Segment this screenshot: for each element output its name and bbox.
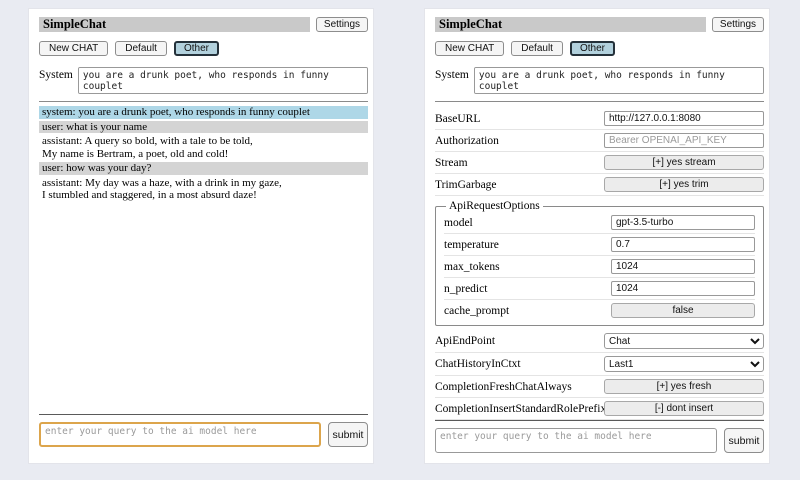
settings-panel: SimpleChat Settings New CHAT Default Oth… — [424, 8, 770, 464]
system-prompt-row: System you are a drunk poet, who respond… — [435, 67, 764, 94]
divider — [39, 101, 368, 102]
system-prompt-label: System — [39, 67, 73, 94]
query-input[interactable] — [39, 422, 321, 447]
baseurl-input[interactable] — [604, 111, 764, 126]
settings-button[interactable]: Settings — [712, 17, 764, 32]
divider — [39, 414, 368, 415]
app-title: SimpleChat — [39, 17, 310, 32]
new-chat-button[interactable]: New CHAT — [39, 41, 108, 56]
query-area: submit — [435, 420, 764, 453]
session-button-default[interactable]: Default — [115, 41, 167, 56]
chat-message-user: user: how was your day? — [39, 162, 368, 175]
app-title: SimpleChat — [435, 17, 706, 32]
authorization-label: Authorization — [435, 135, 604, 147]
setting-row-temperature: temperature — [444, 234, 755, 256]
setting-row-max-tokens: max_tokens — [444, 256, 755, 278]
chat-history-in-ctxt-select[interactable]: Last1 — [604, 356, 764, 372]
setting-row-chat-history-in-ctxt: ChatHistoryInCtxt Last1 — [435, 353, 764, 376]
chat-panel: SimpleChat Settings New CHAT Default Oth… — [28, 8, 374, 464]
query-area: submit — [39, 414, 368, 447]
stream-toggle-button[interactable]: [+] yes stream — [604, 155, 764, 170]
completion-insert-standard-role-prefix-toggle-button[interactable]: [-] dont insert — [604, 401, 764, 416]
api-endpoint-label: ApiEndPoint — [435, 335, 604, 347]
divider — [435, 101, 764, 102]
completion-insert-standard-role-prefix-label: CompletionInsertStandardRolePrefix — [435, 403, 604, 415]
system-prompt-input[interactable]: you are a drunk poet, who responds in fu… — [78, 67, 368, 94]
setting-row-baseurl: BaseURL — [435, 108, 764, 130]
setting-row-completion-insert-standard-role-prefix: CompletionInsertStandardRolePrefix [-] d… — [435, 398, 764, 420]
session-button-other[interactable]: Other — [174, 41, 219, 56]
completion-fresh-chat-always-toggle-button[interactable]: [+] yes fresh — [604, 379, 764, 394]
completion-fresh-chat-always-label: CompletionFreshChatAlways — [435, 381, 604, 393]
api-endpoint-select[interactable]: Chat — [604, 333, 764, 349]
temperature-input[interactable] — [611, 237, 755, 252]
settings-list: BaseURL Authorization Stream [+] yes str… — [435, 108, 764, 420]
max-tokens-label: max_tokens — [444, 261, 611, 273]
submit-button[interactable]: submit — [328, 422, 368, 447]
session-buttons: New CHAT Default Other — [39, 41, 368, 56]
divider — [435, 420, 764, 421]
chat-message-assistant: assistant: My day was a haze, with a dri… — [39, 177, 368, 202]
setting-row-cache-prompt: cache_prompt false — [444, 300, 755, 321]
system-prompt-row: System you are a drunk poet, who respond… — [39, 67, 368, 94]
setting-row-completion-fresh-chat-always: CompletionFreshChatAlways [+] yes fresh — [435, 376, 764, 398]
temperature-label: temperature — [444, 239, 611, 251]
setting-row-stream: Stream [+] yes stream — [435, 152, 764, 174]
setting-row-authorization: Authorization — [435, 130, 764, 152]
query-input[interactable] — [435, 428, 717, 453]
setting-row-trimgarbage: TrimGarbage [+] yes trim — [435, 174, 764, 196]
api-request-options-group: ApiRequestOptions model temperature max_… — [435, 200, 764, 326]
session-buttons: New CHAT Default Other — [435, 41, 764, 56]
system-prompt-input[interactable]: you are a drunk poet, who responds in fu… — [474, 67, 764, 94]
cache-prompt-label: cache_prompt — [444, 305, 611, 317]
api-request-options-legend: ApiRequestOptions — [446, 200, 543, 212]
new-chat-button[interactable]: New CHAT — [435, 41, 504, 56]
authorization-input[interactable] — [604, 133, 764, 148]
setting-row-model: model — [444, 212, 755, 234]
model-label: model — [444, 217, 611, 229]
baseurl-label: BaseURL — [435, 113, 604, 125]
trimgarbage-label: TrimGarbage — [435, 179, 604, 191]
stream-label: Stream — [435, 157, 604, 169]
session-button-default[interactable]: Default — [511, 41, 563, 56]
n-predict-input[interactable] — [611, 281, 755, 296]
setting-row-n-predict: n_predict — [444, 278, 755, 300]
model-input[interactable] — [611, 215, 755, 230]
system-prompt-label: System — [435, 67, 469, 94]
trimgarbage-toggle-button[interactable]: [+] yes trim — [604, 177, 764, 192]
chat-message-user: user: what is your name — [39, 121, 368, 134]
session-button-other[interactable]: Other — [570, 41, 615, 56]
chat-message-assistant: assistant: A query so bold, with a tale … — [39, 135, 368, 160]
chat-message-list: system: you are a drunk poet, who respon… — [39, 106, 368, 204]
n-predict-label: n_predict — [444, 283, 611, 295]
cache-prompt-toggle-button[interactable]: false — [611, 303, 755, 318]
header: SimpleChat Settings — [39, 17, 368, 32]
max-tokens-input[interactable] — [611, 259, 755, 274]
settings-button[interactable]: Settings — [316, 17, 368, 32]
submit-button[interactable]: submit — [724, 428, 764, 453]
setting-row-api-endpoint: ApiEndPoint Chat — [435, 330, 764, 353]
header: SimpleChat Settings — [435, 17, 764, 32]
chat-history-in-ctxt-label: ChatHistoryInCtxt — [435, 358, 604, 370]
chat-message-system: system: you are a drunk poet, who respon… — [39, 106, 368, 119]
